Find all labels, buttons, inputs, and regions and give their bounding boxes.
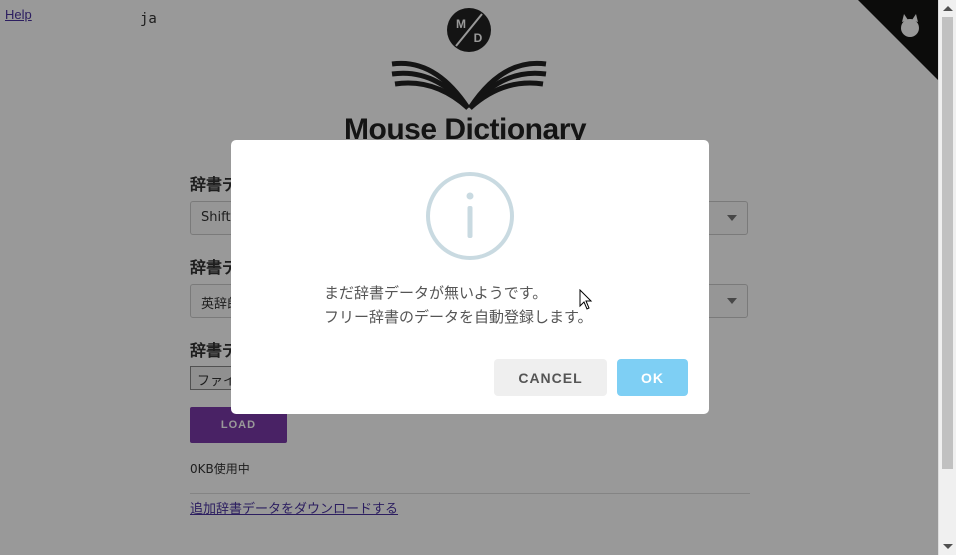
cancel-button[interactable]: CANCEL [494, 359, 607, 396]
alert-dialog: まだ辞書データが無いようです。 フリー辞書のデータを自動登録します。 CANCE… [231, 140, 709, 414]
info-icon [426, 172, 514, 260]
scroll-up-icon[interactable] [943, 6, 953, 11]
dialog-message: まだ辞書データが無いようです。 フリー辞書のデータを自動登録します。 [324, 281, 593, 329]
scrollbar-thumb[interactable] [942, 17, 953, 469]
dialog-message-line-1: まだ辞書データが無いようです。 [324, 284, 548, 302]
vertical-scrollbar[interactable] [938, 0, 956, 555]
ok-button[interactable]: OK [617, 359, 688, 396]
dialog-message-line-2: フリー辞書のデータを自動登録します。 [324, 308, 593, 326]
mouse-cursor-icon [579, 289, 593, 310]
scroll-down-icon[interactable] [943, 544, 953, 549]
